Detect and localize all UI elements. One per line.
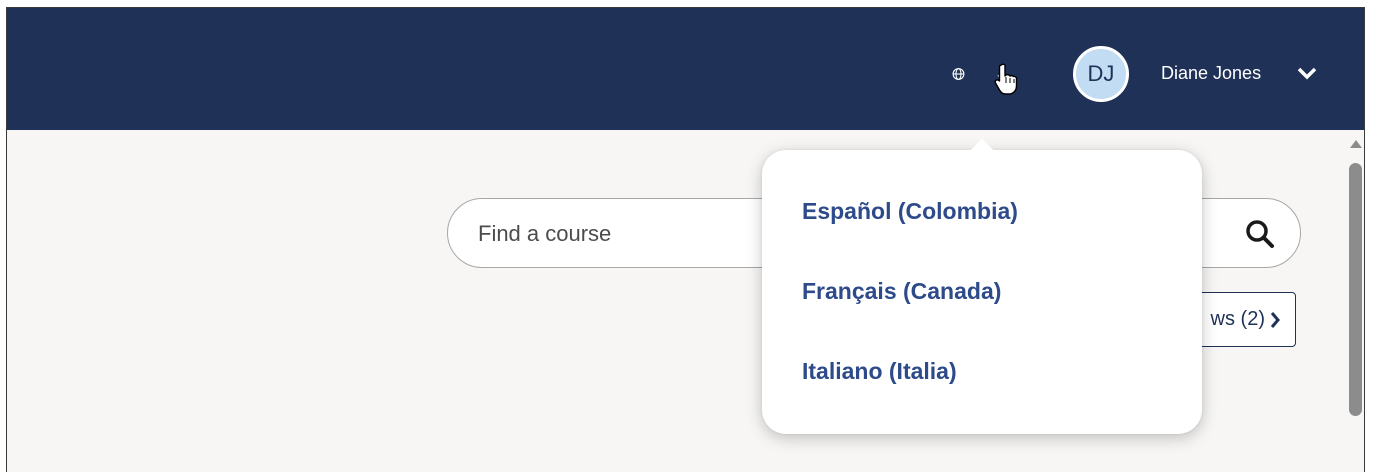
avatar-initials: DJ — [1087, 61, 1115, 86]
views-button-label: ws (2) — [1210, 308, 1265, 330]
scrollbar-thumb[interactable] — [1349, 163, 1362, 416]
top-navigation-bar: DJ Diane Jones — [7, 8, 1364, 130]
user-name-label[interactable]: Diane Jones — [1161, 63, 1261, 84]
language-option-es-co[interactable]: Español (Colombia) — [802, 198, 1018, 225]
user-avatar[interactable]: DJ — [1073, 46, 1129, 102]
language-option-fr-ca[interactable]: Français (Canada) — [802, 278, 1001, 305]
dropdown-pointer — [970, 138, 994, 162]
language-dropdown-menu: Español (Colombia) Français (Canada) Ita… — [762, 138, 1202, 434]
vertical-scrollbar[interactable] — [1346, 130, 1364, 472]
scroll-up-arrow-icon[interactable] — [1349, 139, 1363, 149]
chevron-right-icon — [1270, 311, 1280, 328]
language-selector-button[interactable] — [952, 52, 1018, 96]
search-icon[interactable] — [1244, 218, 1276, 250]
app-window: DJ Diane Jones ws (2) Español (Colombia)… — [6, 7, 1365, 472]
user-menu-chevron-down-icon[interactable] — [1297, 66, 1317, 80]
language-option-it-it[interactable]: Italiano (Italia) — [802, 358, 957, 385]
globe-icon — [952, 68, 965, 80]
hand-pointer-cursor-icon — [994, 63, 1018, 95]
